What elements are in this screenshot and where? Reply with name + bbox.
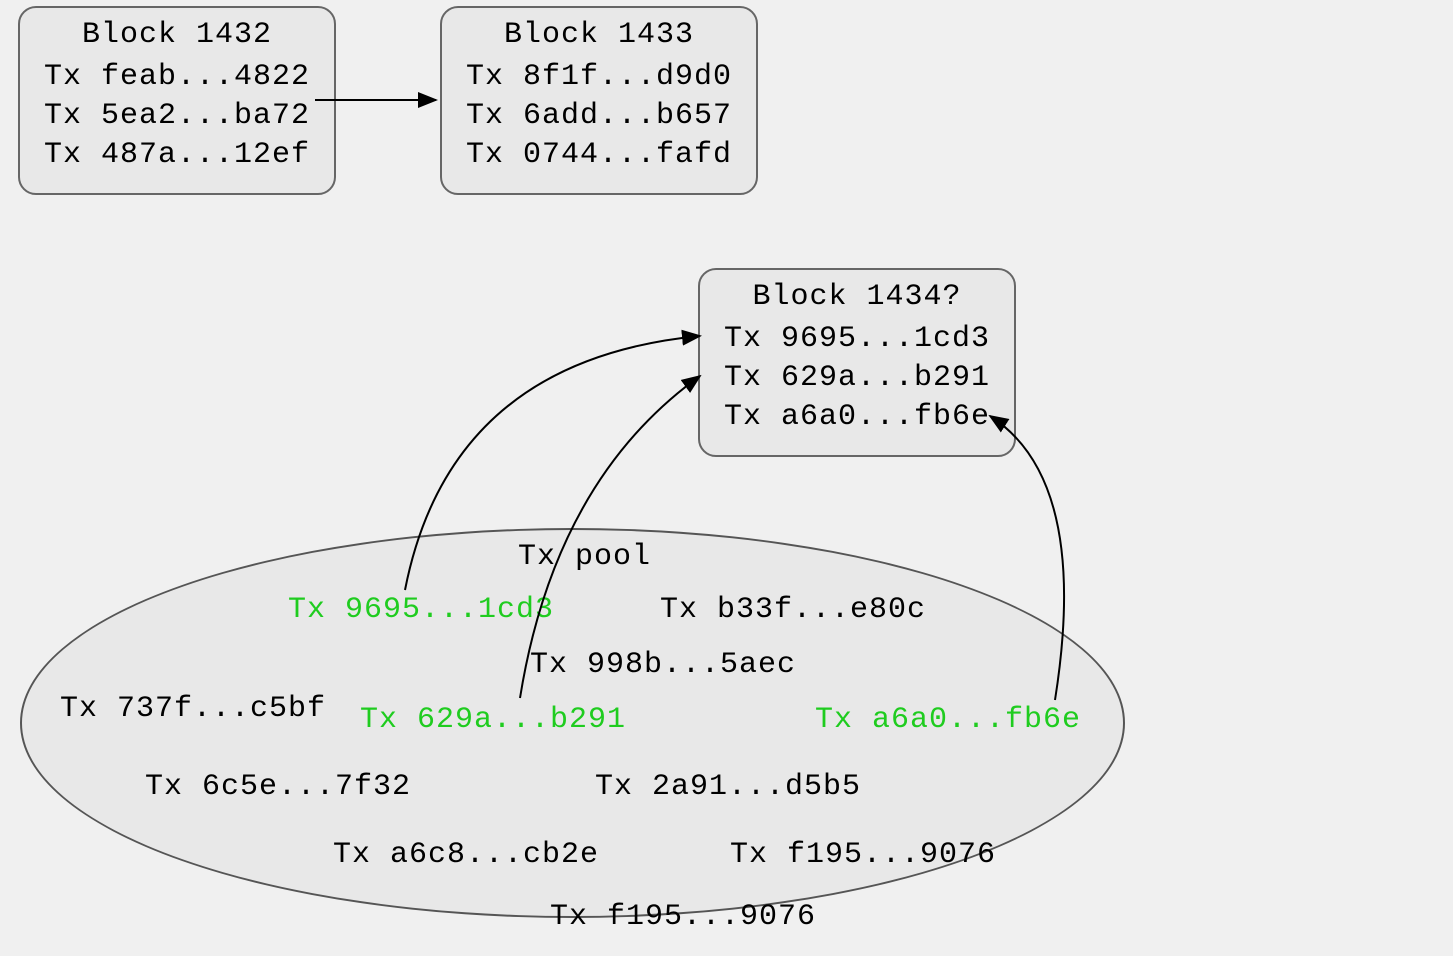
- block-1434-title: Block 1434?: [724, 280, 990, 314]
- pool-tx-2a91: Tx 2a91...d5b5: [595, 770, 861, 804]
- pool-tx-6c5e: Tx 6c5e...7f32: [145, 770, 411, 804]
- pool-tx-a6c8: Tx a6c8...cb2e: [333, 838, 599, 872]
- block-1434-tx-1: Tx 629a...b291: [724, 359, 990, 398]
- block-1433-tx-1: Tx 6add...b657: [466, 97, 732, 136]
- tx-pool-label: Tx pool: [518, 540, 651, 574]
- pool-tx-737f: Tx 737f...c5bf: [60, 692, 326, 726]
- block-1432-tx-1: Tx 5ea2...ba72: [44, 97, 310, 136]
- block-1434-tx-2: Tx a6a0...fb6e: [724, 398, 990, 437]
- block-1433-tx-2: Tx 0744...fafd: [466, 136, 732, 175]
- pool-tx-629a: Tx 629a...b291: [360, 703, 626, 737]
- block-1432-tx-0: Tx feab...4822: [44, 58, 310, 97]
- block-1434-tx-0: Tx 9695...1cd3: [724, 320, 990, 359]
- pool-tx-9695: Tx 9695...1cd3: [288, 593, 554, 627]
- block-1434: Block 1434? Tx 9695...1cd3 Tx 629a...b29…: [698, 268, 1016, 457]
- block-1432-title: Block 1432: [44, 18, 310, 52]
- pool-tx-b33f: Tx b33f...e80c: [660, 593, 926, 627]
- block-1432: Block 1432 Tx feab...4822 Tx 5ea2...ba72…: [18, 6, 336, 195]
- block-1433-tx-0: Tx 8f1f...d9d0: [466, 58, 732, 97]
- block-1433-title: Block 1433: [466, 18, 732, 52]
- pool-tx-998b: Tx 998b...5aec: [530, 648, 796, 682]
- pool-tx-f195-a: Tx f195...9076: [730, 838, 996, 872]
- block-1432-tx-2: Tx 487a...12ef: [44, 136, 310, 175]
- pool-tx-a6a0: Tx a6a0...fb6e: [815, 703, 1081, 737]
- pool-tx-f195-b: Tx f195...9076: [550, 900, 816, 934]
- block-1433: Block 1433 Tx 8f1f...d9d0 Tx 6add...b657…: [440, 6, 758, 195]
